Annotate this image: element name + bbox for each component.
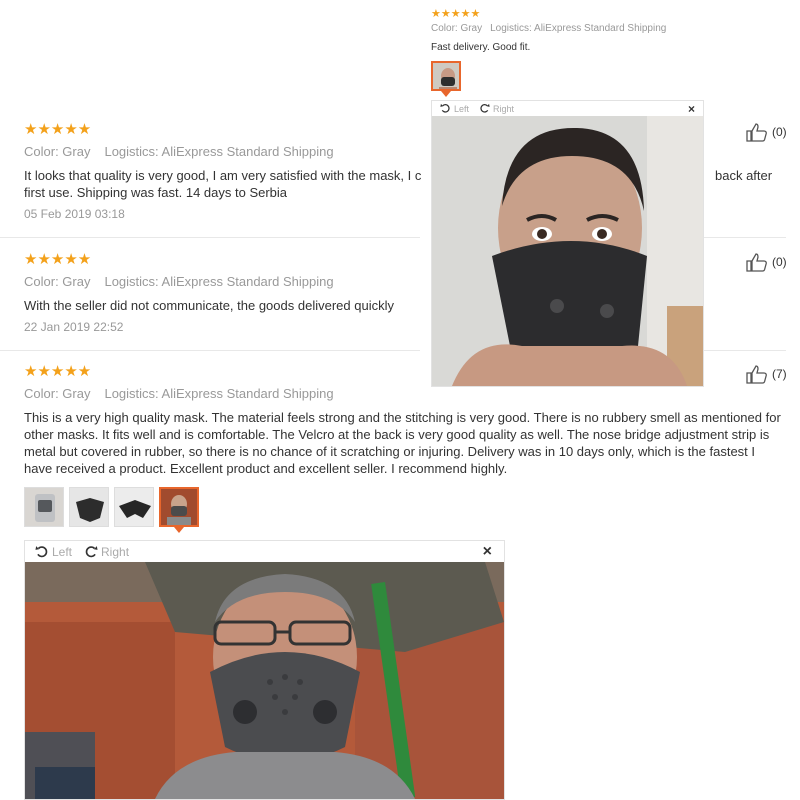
top-thumb-caret [441, 91, 451, 97]
review-3-photo-thumb-4[interactable] [159, 487, 199, 527]
divider-1b [704, 237, 786, 238]
review-3-like-button[interactable]: (7) [746, 364, 787, 384]
review-1-text-continued: back after [715, 168, 773, 183]
rotate-left-label-large: Left [52, 544, 73, 559]
review-2-text: With the seller did not communicate, the… [24, 298, 394, 313]
thumbs-up-icon [746, 123, 767, 142]
review-photo-expanded [25, 562, 504, 799]
close-icon[interactable]: × [688, 102, 695, 116]
review-1-like-button[interactable]: (0) [746, 122, 787, 142]
rotate-right-label-large: Right [101, 544, 130, 559]
review-3-stars: ★★★★★ [24, 363, 92, 380]
review-1-date: 05 Feb 2019 03:18 [24, 207, 125, 221]
review-3-text: This is a very high quality mask. The ma… [24, 410, 781, 476]
rotate-left-button-large[interactable]: Left [35, 545, 72, 559]
review-3-color: Color: Gray [24, 386, 91, 401]
review-1-stars: ★★★★★ [24, 121, 92, 138]
review-photo-large [432, 116, 703, 386]
review-3-photo-thumb-2[interactable] [69, 487, 109, 527]
top-review-photo-thumb[interactable] [431, 61, 461, 91]
top-review-meta: Color: Gray Logistics: AliExpress Standar… [431, 23, 666, 34]
rotate-right-label: Right [493, 103, 515, 114]
review-2-logistics: Logistics: AliExpress Standard Shipping [104, 274, 334, 289]
close-icon[interactable]: × [483, 543, 492, 561]
review-2-stars: ★★★★★ [24, 251, 92, 268]
review-1-text: It looks that quality is very good, I am… [24, 168, 422, 183]
rotate-left-button[interactable]: Left [440, 103, 469, 114]
top-review-text: Fast delivery. Good fit. [431, 42, 531, 53]
review-3-photo-thumb-3[interactable] [114, 487, 154, 527]
review-3-like-count: (7) [772, 367, 787, 381]
review-2-like-button[interactable]: (0) [746, 252, 787, 272]
review-3-photo-thumb-1[interactable] [24, 487, 64, 527]
review-1-meta: Color: Gray Logistics: AliExpress Standar… [24, 144, 334, 159]
rotate-left-icon [440, 103, 450, 113]
thumbs-up-icon [746, 253, 767, 272]
rotate-right-icon [480, 103, 490, 113]
rotate-right-icon [85, 545, 98, 557]
review-1-logistics: Logistics: AliExpress Standard Shipping [104, 144, 334, 159]
rotate-left-icon [35, 545, 48, 557]
review-2-meta: Color: Gray Logistics: AliExpress Standar… [24, 274, 334, 289]
divider-2b [704, 350, 786, 351]
rotate-right-button-large[interactable]: Right [84, 545, 129, 559]
review-3-meta: Color: Gray Logistics: AliExpress Standar… [24, 386, 334, 401]
divider-2 [0, 350, 420, 351]
review-2-color: Color: Gray [24, 274, 91, 289]
image-viewer-popup: Left Right × [431, 100, 704, 387]
top-review-color: Color: Gray [431, 23, 483, 34]
review-3-logistics: Logistics: AliExpress Standard Shipping [104, 386, 334, 401]
image-viewer-expanded: Left Right × [24, 540, 505, 800]
review-1-color: Color: Gray [24, 144, 91, 159]
review-1-text-line2: first use. Shipping was fast. 14 days to… [24, 185, 288, 200]
review-2-like-count: (0) [772, 255, 787, 269]
top-review-logistics: Logistics: AliExpress Standard Shipping [490, 23, 667, 34]
rotate-right-button[interactable]: Right [479, 103, 514, 114]
rotate-left-label: Left [454, 103, 470, 114]
review-1-like-count: (0) [772, 125, 787, 139]
top-review-stars: ★★★★★ [431, 8, 481, 20]
review-2-date: 22 Jan 2019 22:52 [24, 320, 124, 334]
divider-1 [0, 237, 420, 238]
viewer-toolbar: Left Right [432, 101, 703, 116]
thumb-4-caret [174, 527, 184, 533]
thumbs-up-icon [746, 365, 767, 384]
viewer-toolbar-large: Left Right [25, 541, 504, 562]
